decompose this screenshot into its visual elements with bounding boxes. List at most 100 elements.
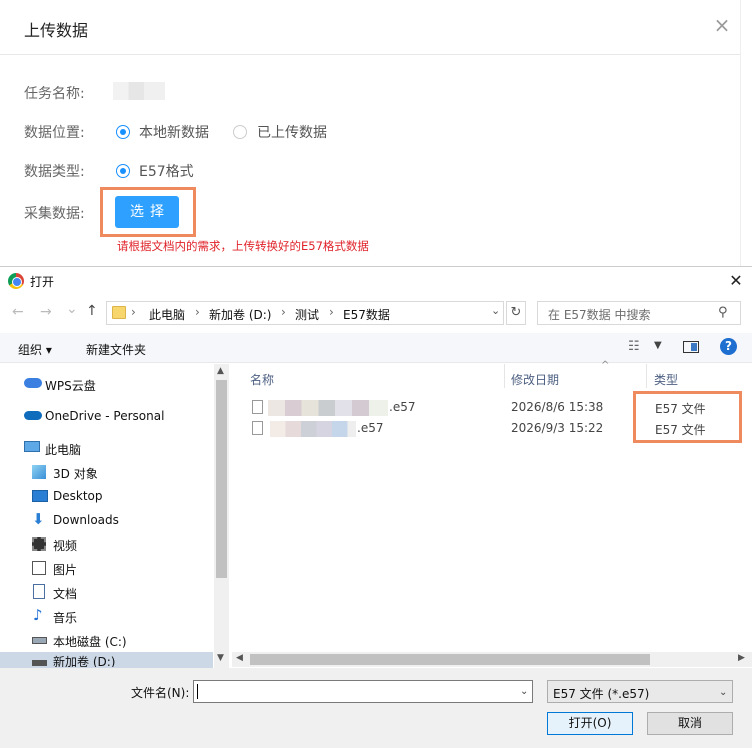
file-name-redacted [270,421,356,437]
navigation-pane: WPS云盘 OneDrive - Personal 此电脑 3D 对象 Desk… [0,364,230,668]
forward-icon[interactable]: → [40,304,52,320]
breadcrumb-separator[interactable]: › [329,305,334,319]
help-icon[interactable]: ? [720,338,737,355]
breadcrumb-this-pc[interactable]: 此电脑 [149,306,185,323]
view-options-icon[interactable]: ☷ [628,339,640,354]
desktop-icon [32,490,48,502]
breadcrumb-separator[interactable]: › [131,305,136,319]
collect-data-label: 采集数据: [24,206,85,222]
recent-dropdown-icon[interactable]: ⌄ [66,301,78,317]
radio-e57-format[interactable] [116,164,130,178]
nav-item-onedrive[interactable]: OneDrive - Personal [0,404,213,428]
nav-item-label: 3D 对象 [53,467,98,481]
filename-input[interactable] [193,680,533,703]
nav-item-downloads[interactable]: ⬇ Downloads [0,508,213,532]
chevron-down-icon: ⌄ [719,687,728,698]
radio-local-new-data[interactable] [116,125,130,139]
column-divider[interactable] [646,364,647,388]
address-dropdown-icon[interactable]: ⌄ [491,304,500,317]
nav-item-label: WPS云盘 [45,379,96,393]
filename-label: 文件名(N): [131,686,190,700]
file-icon [252,400,263,414]
sort-caret-icon: ^ [601,360,610,371]
nav-item-local-disk-c[interactable]: 本地磁盘 (C:) [0,628,213,652]
breadcrumb-test[interactable]: 测试 [295,306,319,323]
search-icon[interactable]: ⚲ [718,305,728,320]
file-modified: 2026/8/6 15:38 [511,400,604,414]
file-name-suffix: .e57 [389,400,416,414]
close-icon[interactable]: × [712,15,732,35]
scroll-thumb[interactable] [250,654,650,665]
nav-item-label: Desktop [53,489,103,503]
scroll-thumb[interactable] [216,380,227,578]
picture-icon [32,561,46,575]
annotation-highlight-type [633,391,742,443]
drive-icon [32,637,47,644]
radio-label-uploaded-data[interactable]: 已上传数据 [257,122,327,142]
nav-item-label: 图片 [53,563,78,577]
search-placeholder: 在 E57数据 中搜索 [548,308,651,322]
nav-item-wps-cloud[interactable]: WPS云盘 [0,372,213,396]
cancel-button[interactable]: 取消 [647,712,733,735]
nav-item-label: 新加卷 (D:) [53,655,116,667]
scroll-up-icon[interactable]: ▲ [217,366,224,376]
nav-item-label: Downloads [53,513,119,527]
breadcrumb-drive-d[interactable]: 新加卷 (D:) [209,306,271,323]
file-type-select[interactable]: E57 文件 (*.e57) ⌄ [547,680,733,703]
nav-item-documents[interactable]: 文档 [0,580,213,604]
column-type[interactable]: 类型 [654,371,678,388]
back-icon[interactable]: ← [12,304,24,320]
preview-pane-icon[interactable] [683,341,699,353]
search-box[interactable]: 在 E57数据 中搜索 ⚲ [537,301,741,325]
scroll-left-icon[interactable]: ◀ [236,653,243,663]
column-name[interactable]: 名称 [250,371,274,388]
data-location-label: 数据位置: [24,125,85,141]
view-dropdown-icon[interactable]: ▼ [654,340,662,351]
open-button[interactable]: 打开(O) [547,712,633,735]
nav-item-pictures[interactable]: 图片 [0,556,213,580]
scroll-right-icon[interactable]: ▶ [738,653,745,663]
nav-item-label: 文档 [53,587,78,601]
column-divider[interactable] [504,364,505,388]
filename-dropdown-icon[interactable]: ⌄ [520,686,528,697]
drive-icon [32,660,47,666]
document-icon [33,584,45,599]
task-name-value [113,82,165,100]
breadcrumb-e57-data[interactable]: E57数据 [343,306,390,323]
nav-item-music[interactable]: ♪ 音乐 [0,604,213,628]
up-icon[interactable]: ↑ [86,303,98,319]
radio-label-e57-format[interactable]: E57格式 [139,161,194,181]
nav-item-this-pc[interactable]: 此电脑 [0,436,213,460]
modal-scrollbar[interactable] [740,0,752,266]
file-list-hscrollbar[interactable]: ◀ ▶ [232,652,752,667]
file-type-select-value: E57 文件 (*.e57) [553,687,650,701]
nav-item-videos[interactable]: 视频 [0,532,213,556]
dialog-title: 打开 [30,275,55,289]
nav-item-label: 音乐 [53,611,78,625]
file-list-header: ^ 名称 修改日期 类型 [232,360,752,392]
radio-uploaded-data[interactable] [233,125,247,139]
breadcrumb-separator[interactable]: › [195,305,200,319]
nav-scrollbar[interactable]: ▲ ▼ [214,364,229,668]
nav-item-label: 本地磁盘 (C:) [53,635,127,649]
folder-icon [112,306,126,319]
column-modified[interactable]: 修改日期 [511,371,559,388]
onedrive-icon [24,411,42,420]
new-folder-button[interactable]: 新建文件夹 [86,341,146,358]
nav-item-desktop[interactable]: Desktop [0,484,213,508]
radio-label-local-new-data[interactable]: 本地新数据 [139,122,209,142]
scroll-down-icon[interactable]: ▼ [217,653,224,663]
refresh-icon[interactable]: ↻ [506,301,526,325]
breadcrumb-separator[interactable]: › [281,305,286,319]
upload-modal: 上传数据 × 任务名称: 数据位置: 本地新数据 已上传数据 数据类型: E57… [0,0,752,266]
upload-hint: 请根据文档内的需求，上传转换好的E57格式数据 [117,239,369,253]
address-bar[interactable]: › 此电脑 › 新加卷 (D:) › 测试 › E57数据 [106,301,504,325]
nav-item-label: 此电脑 [45,443,82,457]
organize-button[interactable]: 组织 ▾ [18,341,52,358]
dialog-footer: 文件名(N): ⌄ E57 文件 (*.e57) ⌄ 打开(O) 取消 [0,668,752,748]
nav-item-3d-objects[interactable]: 3D 对象 [0,460,213,484]
nav-item-volume-d[interactable]: 新加卷 (D:) [0,650,213,667]
chrome-icon [8,273,24,289]
close-icon[interactable]: ✕ [726,271,746,291]
divider [0,54,752,55]
